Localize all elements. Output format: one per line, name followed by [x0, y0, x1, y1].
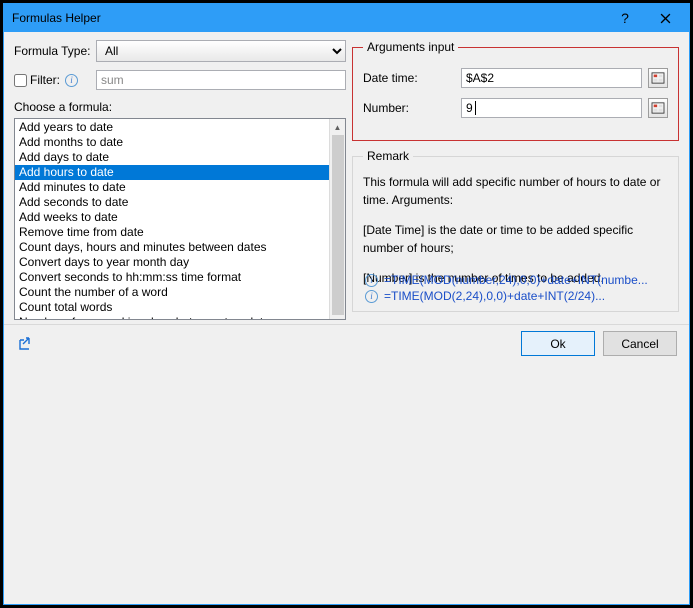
list-item[interactable]: Add days to date [15, 150, 329, 165]
choose-formula-label: Choose a formula: [14, 100, 346, 114]
range-select-button[interactable] [648, 98, 668, 118]
window-title: Formulas Helper [12, 11, 605, 25]
remark-p2: [Date Time] is the date or time to be ad… [363, 221, 668, 257]
help-button[interactable]: ? [605, 4, 645, 32]
list-item[interactable]: Add hours to date [15, 165, 329, 180]
info-icon[interactable]: i [65, 74, 78, 87]
scrollbar[interactable]: ▲ ▼ [329, 119, 345, 319]
formula-line-resolved[interactable]: i =TIME(MOD(2,24),0,0)+date+INT(2/24)... [365, 289, 668, 303]
remark-legend: Remark [363, 149, 413, 163]
arg-datetime-label: Date time: [363, 71, 455, 85]
remark-fieldset: Remark This formula will add specific nu… [352, 149, 679, 312]
filter-input[interactable] [96, 70, 346, 90]
dialog-body: Formula Type: All Filter: i Choose a for… [4, 32, 689, 324]
share-icon[interactable] [16, 335, 34, 353]
filter-checkbox[interactable] [14, 74, 27, 87]
list-item[interactable]: Count days, hours and minutes between da… [15, 240, 329, 255]
list-item[interactable]: Count the number of a word [15, 285, 329, 300]
list-item[interactable]: Number of non-working days between two d… [15, 315, 329, 319]
filter-row: Filter: i [14, 70, 346, 90]
list-item[interactable]: Add years to date [15, 120, 329, 135]
arg-number-input[interactable] [461, 98, 642, 118]
formula-type-select[interactable]: All [96, 40, 346, 62]
list-item[interactable]: Remove time from date [15, 225, 329, 240]
list-item[interactable]: Add seconds to date [15, 195, 329, 210]
list-item[interactable]: Add minutes to date [15, 180, 329, 195]
list-item[interactable]: Convert seconds to hh:mm:ss time format [15, 270, 329, 285]
scroll-track[interactable] [330, 135, 345, 303]
filter-label: Filter: [30, 73, 60, 87]
scroll-up-icon[interactable]: ▲ [330, 119, 345, 135]
formula-listbox[interactable]: Add years to dateAdd months to dateAdd d… [14, 118, 346, 320]
formula-line-generic[interactable]: i =TIME(MOD(number,24),0,0)+date+INT(num… [365, 273, 668, 287]
scroll-thumb[interactable] [332, 135, 344, 315]
arg-datetime-input[interactable] [461, 68, 642, 88]
formula-preview: i =TIME(MOD(number,24),0,0)+date+INT(num… [365, 271, 668, 303]
right-column: Arguments input Date time: Number: [352, 40, 679, 320]
list-item[interactable]: Add months to date [15, 135, 329, 150]
arg-row-number: Number: [363, 98, 668, 118]
list-item[interactable]: Add weeks to date [15, 210, 329, 225]
dialog-footer: Ok Cancel [4, 324, 689, 362]
arg-number-label: Number: [363, 101, 455, 115]
remark-p1: This formula will add specific number of… [363, 173, 668, 209]
left-column: Formula Type: All Filter: i Choose a for… [14, 40, 346, 320]
ok-button[interactable]: Ok [521, 331, 595, 356]
list-item[interactable]: Count total words [15, 300, 329, 315]
close-button[interactable] [645, 4, 685, 32]
arguments-fieldset: Arguments input Date time: Number: [352, 40, 679, 141]
formulas-helper-dialog: Formulas Helper ? Formula Type: All Filt… [3, 3, 690, 605]
arg-row-datetime: Date time: [363, 68, 668, 88]
info-icon: i [365, 290, 378, 303]
formula-type-label: Formula Type: [14, 44, 96, 58]
info-icon: i [365, 274, 378, 287]
range-select-button[interactable] [648, 68, 668, 88]
list-item[interactable]: Convert days to year month day [15, 255, 329, 270]
formula-type-row: Formula Type: All [14, 40, 346, 62]
cancel-button[interactable]: Cancel [603, 331, 677, 356]
arguments-legend: Arguments input [363, 40, 458, 54]
titlebar: Formulas Helper ? [4, 4, 689, 32]
